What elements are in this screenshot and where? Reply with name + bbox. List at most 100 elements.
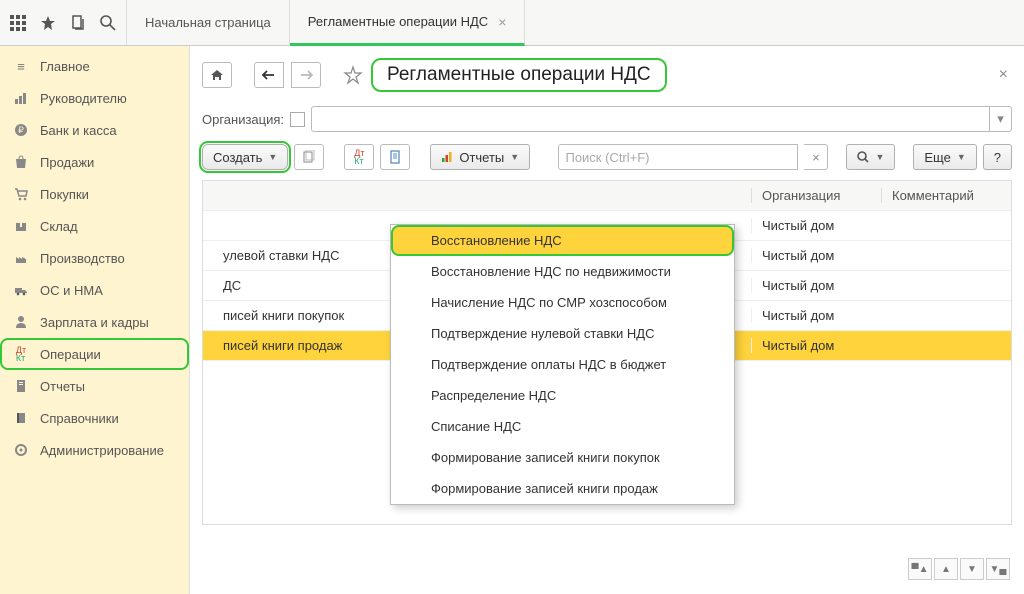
sidebar-label: Главное: [40, 59, 90, 74]
sidebar-item-assets[interactable]: ОС и НМА: [0, 274, 189, 306]
dropdown-item[interactable]: Начисление НДС по СМР хозспособом: [391, 287, 734, 318]
sidebar-item-warehouse[interactable]: Склад: [0, 210, 189, 242]
topbar: Начальная страница Регламентные операции…: [0, 0, 1024, 46]
button-label: Отчеты: [459, 150, 504, 165]
sidebar-item-hr[interactable]: Зарплата и кадры: [0, 306, 189, 338]
dropdown-item-label: Восстановление НДС по недвижимости: [431, 264, 671, 279]
close-page-icon[interactable]: ×: [999, 66, 1008, 84]
apps-grid-icon[interactable]: [10, 15, 26, 31]
nav-down-button[interactable]: ▼: [960, 558, 984, 580]
title-row: Регламентные операции НДС ×: [202, 58, 1012, 92]
nav-last-button[interactable]: ▼▄: [986, 558, 1010, 580]
dkt-button[interactable]: ДтКт: [344, 144, 374, 170]
search-input[interactable]: Поиск (Ctrl+F): [558, 144, 798, 170]
main-layout: ≡ Главное Руководителю ₽ Банк и касса Прод…: [0, 46, 1024, 594]
sidebar-item-reports[interactable]: Отчеты: [0, 370, 189, 402]
button-label: Создать: [213, 150, 262, 165]
sidebar-item-production[interactable]: Производство: [0, 242, 189, 274]
dropdown-item-label: Подтверждение оплаты НДС в бюджет: [431, 357, 666, 372]
report-icon: [12, 377, 30, 395]
dropdown-item[interactable]: Подтверждение оплаты НДС в бюджет: [391, 349, 734, 380]
dropdown-item-label: Списание НДС: [431, 419, 521, 434]
header-cell-comment[interactable]: Комментарий: [881, 188, 1011, 203]
sidebar-item-main[interactable]: ≡ Главное: [0, 50, 189, 82]
dropdown-item-label: Подтверждение нулевой ставки НДС: [431, 326, 655, 341]
tab-vat-operations[interactable]: Регламентные операции НДС ×: [290, 0, 526, 46]
ruble-icon: ₽: [12, 121, 30, 139]
search-button[interactable]: ▼: [846, 144, 895, 170]
sidebar-label: Склад: [40, 219, 78, 234]
box-icon: [12, 217, 30, 235]
cell: Чистый дом: [751, 338, 881, 353]
sidebar-item-manager[interactable]: Руководителю: [0, 82, 189, 114]
reports-button[interactable]: Отчеты ▼: [430, 144, 530, 170]
sidebar-label: Справочники: [40, 411, 119, 426]
tab-label: Регламентные операции НДС: [308, 14, 488, 29]
sidebar-label: Руководителю: [40, 91, 127, 106]
nav-up-button[interactable]: ▲: [934, 558, 958, 580]
home-button[interactable]: [202, 62, 232, 88]
chevron-down-icon: ▾: [989, 107, 1011, 131]
dropdown-item[interactable]: Восстановление НДС по недвижимости: [391, 256, 734, 287]
dropdown-item[interactable]: Восстановление НДС: [391, 225, 734, 256]
search-icon[interactable]: [100, 15, 116, 31]
dropdown-item[interactable]: Формирование записей книги продаж: [391, 473, 734, 504]
sidebar-label: Зарплата и кадры: [40, 315, 149, 330]
bag-icon: [12, 153, 30, 171]
factory-icon: [12, 249, 30, 267]
sidebar-item-bank[interactable]: ₽ Банк и касса: [0, 114, 189, 146]
sidebar-label: Продажи: [40, 155, 94, 170]
dropdown-item[interactable]: Формирование записей книги покупок: [391, 442, 734, 473]
sidebar-label: Операции: [40, 347, 101, 362]
create-button[interactable]: Создать▼: [202, 144, 288, 170]
nav-forward-button[interactable]: [291, 62, 321, 88]
nav-first-button[interactable]: ▀▲: [908, 558, 932, 580]
button-label: ?: [994, 150, 1001, 165]
book-icon: [12, 409, 30, 427]
close-tab-icon[interactable]: ×: [498, 14, 506, 30]
help-button[interactable]: ?: [983, 144, 1012, 170]
main-content: Регламентные операции НДС × Организация:…: [190, 46, 1024, 594]
sidebar-item-sales[interactable]: Продажи: [0, 146, 189, 178]
create-dropdown: Восстановление НДС Восстановление НДС по…: [390, 224, 735, 505]
person-icon: [12, 313, 30, 331]
dropdown-item[interactable]: Списание НДС: [391, 411, 734, 442]
sidebar-item-catalogs[interactable]: Справочники: [0, 402, 189, 434]
tab-start-page[interactable]: Начальная страница: [127, 0, 290, 45]
copy-button[interactable]: [294, 144, 324, 170]
sidebar-label: Производство: [40, 251, 125, 266]
sidebar-label: Банк и касса: [40, 123, 117, 138]
history-icon[interactable]: [70, 15, 86, 31]
sidebar-item-purchases[interactable]: Покупки: [0, 178, 189, 210]
search-clear-button[interactable]: ×: [804, 144, 828, 170]
favorite-star-icon[interactable]: [343, 65, 363, 85]
dropdown-item[interactable]: Распределение НДС: [391, 380, 734, 411]
org-checkbox[interactable]: [290, 112, 305, 127]
sidebar-item-admin[interactable]: Администрирование: [0, 434, 189, 466]
topbar-tool-icons: [0, 0, 127, 45]
chart-icon: [12, 89, 30, 107]
gear-icon: [12, 441, 30, 459]
sidebar-label: Администрирование: [40, 443, 164, 458]
svg-text:₽: ₽: [18, 125, 24, 135]
cell: Чистый дом: [751, 278, 881, 293]
document-button[interactable]: [380, 144, 410, 170]
caret-down-icon: ▼: [510, 152, 519, 162]
dropdown-item-label: Распределение НДС: [431, 388, 556, 403]
header-cell-org[interactable]: Организация: [751, 188, 881, 203]
table-nav-buttons: ▀▲ ▲ ▼ ▼▄: [908, 558, 1010, 580]
search-placeholder: Поиск (Ctrl+F): [565, 150, 649, 165]
dropdown-item[interactable]: Подтверждение нулевой ставки НДС: [391, 318, 734, 349]
dropdown-item-label: Формирование записей книги продаж: [431, 481, 658, 496]
cart-icon: [12, 185, 30, 203]
dropdown-item-label: Восстановление НДС: [431, 233, 562, 248]
dropdown-item-label: Формирование записей книги покупок: [431, 450, 660, 465]
nav-back-button[interactable]: [254, 62, 284, 88]
dropdown-item-label: Начисление НДС по СМР хозспособом: [431, 295, 667, 310]
table-header-row: Организация Комментарий: [203, 181, 1011, 211]
star-icon[interactable]: [40, 15, 56, 31]
more-button[interactable]: Еще▼: [913, 144, 976, 170]
org-select[interactable]: ▾: [311, 106, 1012, 132]
list-icon: ≡: [12, 57, 30, 75]
sidebar-item-operations[interactable]: ДтКтОперации: [0, 338, 189, 370]
